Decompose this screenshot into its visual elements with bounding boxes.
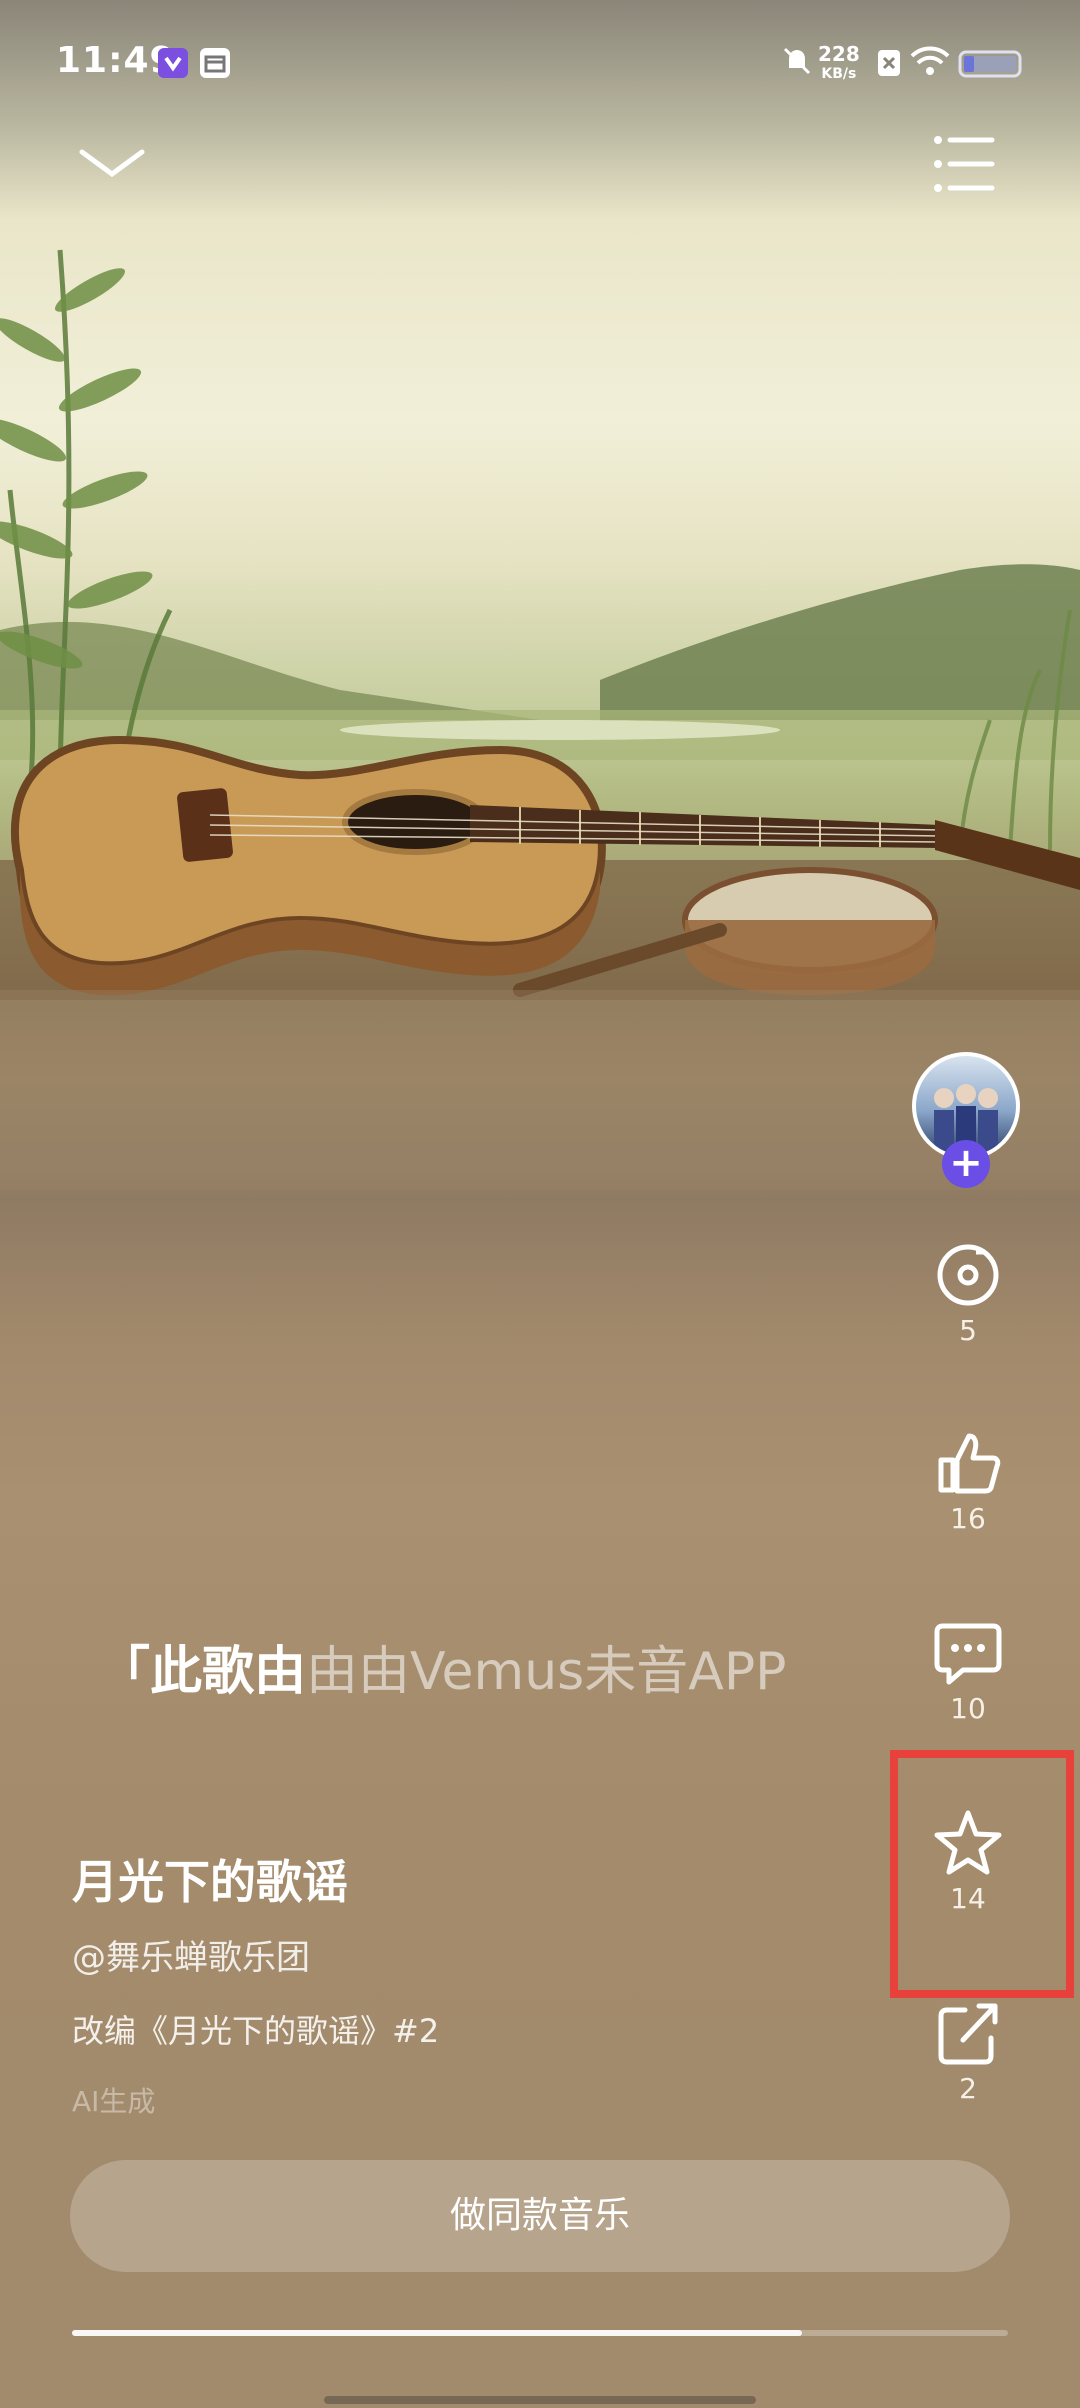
song-author[interactable]: @舞乐蝉歌乐团 [72, 1930, 310, 1979]
network-speed: 228 KB/s [818, 42, 860, 82]
wifi-icon [910, 46, 950, 82]
song-title: 月光下的歌谣 [72, 1855, 348, 1909]
comment-count: 10 [950, 1692, 986, 1725]
status-bar: 11:49 228 KB/s [0, 0, 1080, 120]
lyric-bright: 「此歌由 [98, 1642, 307, 1702]
make-same-music-button[interactable]: 做同款音乐 [70, 2160, 1010, 2272]
sim-off-icon [876, 48, 902, 82]
side-action-like[interactable]: 16 [910, 1428, 1026, 1558]
side-action-share[interactable]: 2 [910, 1998, 1026, 2128]
playback-progress[interactable] [72, 2330, 1008, 2336]
chevron-down-icon [72, 149, 152, 194]
ai-generated-tag: AI生成 [72, 2085, 156, 2118]
lyric-line: 「此歌由由由Vemus未音APP制 [98, 1632, 788, 1712]
battery-icon [958, 50, 1024, 82]
guitar-illustration [0, 249, 1080, 1190]
thumbs-up-icon [933, 1433, 1003, 1502]
song-description: 改编《月光下的歌谣》#2 [72, 2012, 440, 2050]
app-notification-icon [158, 48, 188, 78]
mute-bell-icon [780, 44, 814, 82]
highlight-box [890, 1750, 1074, 1998]
side-action-disc[interactable]: 5 [910, 1240, 1026, 1370]
playlist-icon [928, 136, 1000, 204]
music-disc-icon [933, 1244, 1003, 1314]
share-icon [933, 2003, 1003, 2072]
like-count: 16 [950, 1502, 986, 1535]
disc-count: 5 [959, 1314, 977, 1347]
share-count: 2 [959, 2072, 977, 2105]
playback-progress-fill [72, 2330, 803, 2336]
lyric-dim: 由由Vemus未音APP制 [306, 1642, 788, 1702]
side-action-comment[interactable]: 10 [910, 1618, 1026, 1748]
collapse-button[interactable] [72, 130, 152, 190]
calendar-notification-icon [200, 48, 230, 78]
follow-button[interactable]: + [942, 1140, 990, 1188]
playlist-button[interactable] [928, 128, 1000, 200]
home-indicator[interactable] [324, 2396, 756, 2404]
comment-icon [933, 1623, 1003, 1692]
